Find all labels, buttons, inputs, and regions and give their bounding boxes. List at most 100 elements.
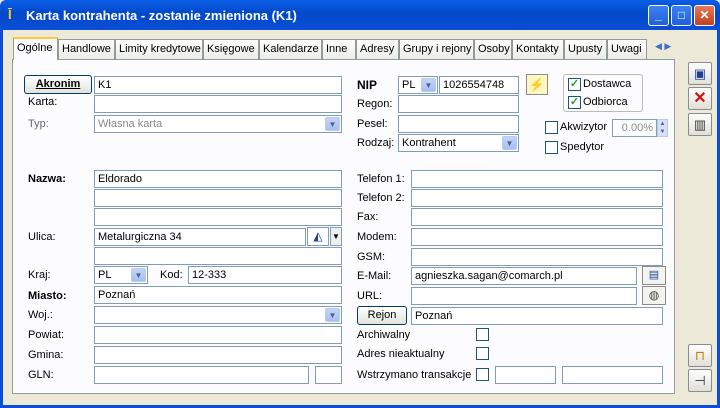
gsm-input[interactable] bbox=[411, 248, 663, 266]
archiwalny-checkbox[interactable] bbox=[476, 328, 489, 341]
regon-input[interactable] bbox=[398, 95, 519, 113]
typ-select[interactable]: Własna karta bbox=[94, 115, 342, 133]
book-icon[interactable]: ▥ bbox=[688, 113, 712, 136]
gmina-label: Gmina: bbox=[28, 349, 64, 361]
minimize-button[interactable]: _ bbox=[648, 5, 669, 26]
ulica-label: Ulica: bbox=[28, 231, 56, 243]
gln-input[interactable] bbox=[94, 366, 309, 384]
nip-prefix-dropdown-icon[interactable]: ▼ bbox=[421, 78, 436, 92]
tab-ksiegowe[interactable]: Księgowe bbox=[203, 39, 259, 59]
map-icon[interactable]: ◭ bbox=[307, 227, 329, 246]
gmina-input[interactable] bbox=[94, 346, 342, 364]
karta-label: Karta: bbox=[28, 96, 58, 108]
tab-ogolne[interactable]: Ogólne bbox=[13, 37, 58, 60]
gln-check-input[interactable] bbox=[315, 366, 342, 384]
tab-limity-kredytowe[interactable]: Limity kredytowe bbox=[115, 39, 203, 59]
app-icon: Ī bbox=[8, 7, 12, 22]
save-icon[interactable]: ▣ bbox=[688, 62, 712, 85]
nazwa-input-2[interactable] bbox=[94, 189, 342, 207]
adres-nieaktualny-checkbox[interactable] bbox=[476, 347, 489, 360]
kraj-label: Kraj: bbox=[28, 269, 51, 281]
regon-label: Regon: bbox=[357, 98, 393, 110]
akwizytor-checkbox[interactable] bbox=[545, 121, 558, 134]
nip-label: NIP bbox=[357, 78, 378, 92]
globe-search-icon[interactable]: ◍ bbox=[642, 286, 666, 305]
delete-icon[interactable]: ✕ bbox=[688, 87, 712, 110]
fax-label: Fax: bbox=[357, 211, 379, 223]
nip-input[interactable]: 1026554748 bbox=[439, 76, 519, 94]
tab-handlowe[interactable]: Handlowe bbox=[58, 39, 115, 59]
tab-adresy[interactable]: Adresy bbox=[356, 39, 399, 59]
akwizytor-spinner[interactable]: ▲ ▼ bbox=[657, 119, 668, 137]
rejon-button[interactable]: Rejon bbox=[357, 306, 407, 325]
window-title: Karta kontrahenta - zostanie zmieniona (… bbox=[26, 8, 297, 23]
wstrzymano-input-2[interactable] bbox=[562, 366, 663, 384]
wstrzymano-input-1[interactable] bbox=[495, 366, 556, 384]
lock-icon[interactable]: ⊓ bbox=[688, 344, 712, 367]
dostawca-checkbox[interactable]: ✓ bbox=[568, 78, 581, 91]
kod-input[interactable]: 12-333 bbox=[188, 266, 342, 284]
karta-input[interactable] bbox=[94, 95, 342, 113]
wstrzymano-label: Wstrzymano transakcje bbox=[357, 369, 472, 381]
spedytor-label: Spedytor bbox=[560, 141, 605, 153]
akronim-input[interactable]: K1 bbox=[94, 76, 342, 94]
maximize-button[interactable]: □ bbox=[671, 5, 692, 26]
tab-upusty[interactable]: Upusty bbox=[564, 39, 607, 59]
nazwa-label: Nazwa: bbox=[28, 173, 66, 185]
tab-grupy-i-rejony[interactable]: Grupy i rejony bbox=[399, 39, 474, 59]
nazwa-input-3[interactable] bbox=[94, 208, 342, 226]
telefon2-input[interactable] bbox=[411, 189, 663, 207]
fax-input[interactable] bbox=[411, 208, 663, 226]
pesel-input[interactable] bbox=[398, 115, 519, 133]
nazwa-input-1[interactable]: Eldorado bbox=[94, 170, 342, 188]
akronim-button[interactable]: Akronim bbox=[24, 75, 92, 94]
tab-kontakty[interactable]: Kontakty bbox=[512, 39, 564, 59]
tab-scroll-arrows[interactable]: ◀ ▶ bbox=[655, 41, 677, 55]
wstrzymano-checkbox[interactable] bbox=[476, 368, 489, 381]
powiat-input[interactable] bbox=[94, 326, 342, 344]
modem-label: Modem: bbox=[357, 231, 397, 243]
ulica-menu-chevron-icon[interactable]: ▼ bbox=[330, 227, 342, 246]
tab-uwagi[interactable]: Uwagi bbox=[607, 39, 647, 59]
lightning-icon[interactable]: ⚡ bbox=[526, 74, 548, 95]
woj-label: Woj.: bbox=[28, 309, 53, 321]
tab-osoby[interactable]: Osoby bbox=[474, 39, 512, 59]
gsm-label: GSM: bbox=[357, 251, 386, 263]
email-input[interactable]: agnieszka.sagan@comarch.pl bbox=[411, 267, 637, 285]
tab-inne[interactable]: Inne bbox=[322, 39, 356, 59]
modem-input[interactable] bbox=[411, 228, 663, 246]
telefon2-label: Telefon 2: bbox=[357, 192, 405, 204]
dostawca-label: Dostawca bbox=[583, 78, 632, 90]
ulica-input[interactable]: Metalurgiczna 34 bbox=[94, 228, 306, 246]
woj-dropdown-icon[interactable]: ▼ bbox=[325, 308, 340, 322]
archiwalny-label: Archiwalny bbox=[357, 329, 411, 341]
tab-kalendarze[interactable]: Kalendarze bbox=[259, 39, 322, 59]
telefon1-input[interactable] bbox=[411, 170, 663, 188]
rodzaj-dropdown-icon[interactable]: ▼ bbox=[502, 136, 517, 150]
rejon-input[interactable]: Poznań bbox=[411, 307, 663, 325]
kod-label: Kod: bbox=[160, 269, 183, 281]
spedytor-checkbox[interactable] bbox=[545, 141, 558, 154]
url-label: URL: bbox=[357, 290, 383, 302]
rodzaj-select[interactable]: Kontrahent bbox=[398, 134, 519, 152]
email-card-icon[interactable]: ▤ bbox=[642, 266, 666, 285]
miasto-label: Miasto: bbox=[28, 290, 67, 302]
pin-icon[interactable]: ⊣ bbox=[688, 369, 712, 392]
rodzaj-label: Rodzaj: bbox=[357, 137, 395, 149]
kraj-dropdown-icon[interactable]: ▼ bbox=[131, 268, 146, 282]
odbiorca-checkbox[interactable]: ✓ bbox=[568, 96, 581, 109]
odbiorca-label: Odbiorca bbox=[583, 96, 628, 108]
akwizytor-percent-input[interactable]: 0.00% bbox=[612, 119, 657, 137]
ulica-input-2[interactable] bbox=[94, 247, 342, 265]
akwizytor-label: Akwizytor bbox=[560, 121, 608, 133]
email-label: E-Mail: bbox=[357, 270, 392, 282]
typ-label: Typ: bbox=[28, 118, 49, 130]
telefon1-label: Telefon 1: bbox=[357, 173, 405, 185]
powiat-label: Powiat: bbox=[28, 329, 65, 341]
typ-dropdown-icon[interactable]: ▼ bbox=[325, 117, 340, 131]
woj-select[interactable] bbox=[94, 306, 342, 324]
miasto-input[interactable]: Poznań bbox=[94, 286, 342, 304]
url-input[interactable] bbox=[411, 287, 637, 305]
pesel-label: Pesel: bbox=[357, 118, 388, 130]
close-button[interactable]: ✕ bbox=[694, 5, 715, 26]
